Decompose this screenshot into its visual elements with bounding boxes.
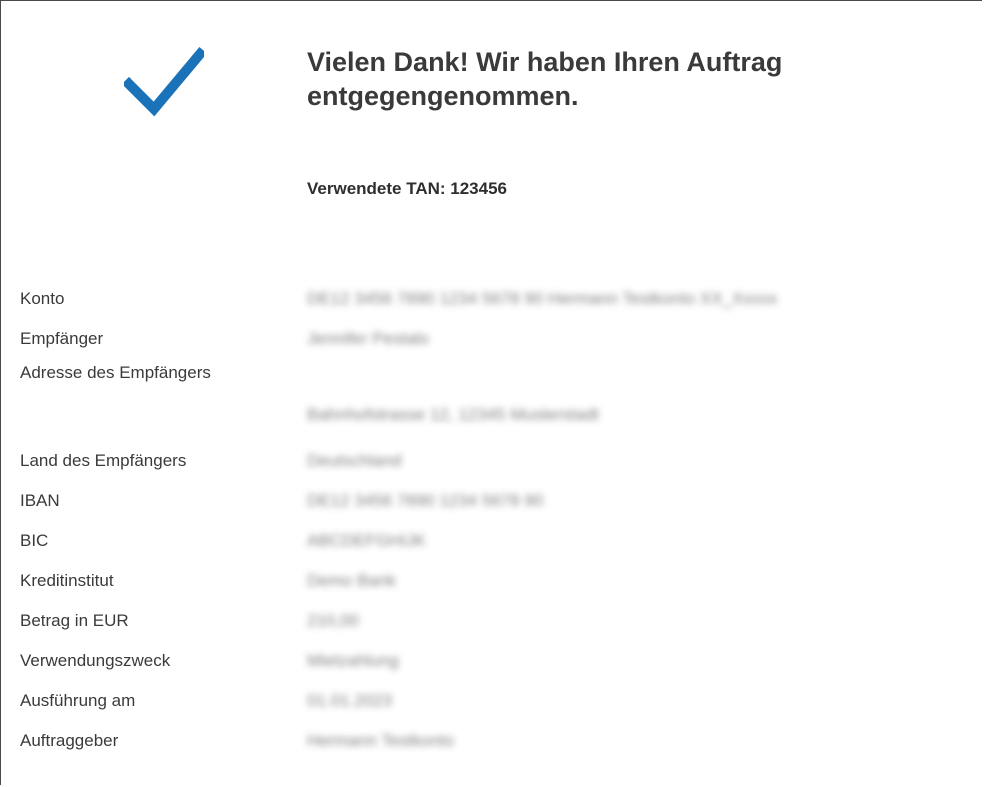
detail-row-auftraggeber: Auftraggeber Hermann Testkonto xyxy=(20,730,980,770)
detail-row-kreditinstitut: Kreditinstitut Demo Bank xyxy=(20,570,980,610)
detail-row-iban: IBAN DE12 3456 7890 1234 5678 90 xyxy=(20,490,980,530)
detail-value: Deutschland xyxy=(307,451,402,470)
detail-value: 01.01.2023 xyxy=(307,691,393,710)
detail-label: BIC xyxy=(20,531,49,550)
detail-value: DE12 3456 7890 1234 5678 90 Hermann Test… xyxy=(307,289,778,308)
detail-value: Mietzahlung xyxy=(307,651,399,670)
detail-label: Adresse des Empfängers xyxy=(20,363,211,382)
detail-row-bic: BIC ABCDEFGHIJK xyxy=(20,530,980,570)
detail-value: Hermann Testkonto xyxy=(307,731,455,750)
detail-label: Land des Empfängers xyxy=(20,451,187,470)
detail-row-betrag: Betrag in EUR 210,00 xyxy=(20,610,980,650)
used-tan: Verwendete TAN: 123456 xyxy=(307,179,507,198)
detail-label: Konto xyxy=(20,289,65,308)
detail-row-ausfuehrung: Ausführung am 01.01.2023 xyxy=(20,690,980,730)
detail-label: Empfänger xyxy=(20,329,104,348)
detail-row-land: Land des Empfängers Deutschland xyxy=(20,450,980,490)
detail-row-konto: Konto DE12 3456 7890 1234 5678 90 Herman… xyxy=(20,288,980,328)
detail-row-adresse: Adresse des Empfängers Bahnhofstrasse 12… xyxy=(20,363,980,450)
detail-label: Ausführung am xyxy=(20,691,136,710)
order-details: Konto DE12 3456 7890 1234 5678 90 Herman… xyxy=(20,288,980,770)
detail-value: 210,00 xyxy=(307,611,359,630)
detail-value: Jennifer Pestalo xyxy=(307,329,429,348)
detail-row-verwendungszweck: Verwendungszweck Mietzahlung xyxy=(20,650,980,690)
detail-value: Bahnhofstrasse 12, 12345 Musterstadt xyxy=(307,405,600,424)
detail-value: DE12 3456 7890 1234 5678 90 xyxy=(307,491,544,510)
detail-value: Demo Bank xyxy=(307,571,396,590)
confirmation-title: Vielen Dank! Wir haben Ihren Auftrag ent… xyxy=(307,47,783,111)
detail-label: IBAN xyxy=(20,491,60,510)
detail-label: Verwendungszweck xyxy=(20,651,171,670)
checkmark-icon xyxy=(124,46,204,117)
detail-label: Betrag in EUR xyxy=(20,611,129,630)
detail-label: Kreditinstitut xyxy=(20,571,114,590)
detail-value: ABCDEFGHIJK xyxy=(307,531,427,550)
detail-label: Auftraggeber xyxy=(20,731,119,750)
